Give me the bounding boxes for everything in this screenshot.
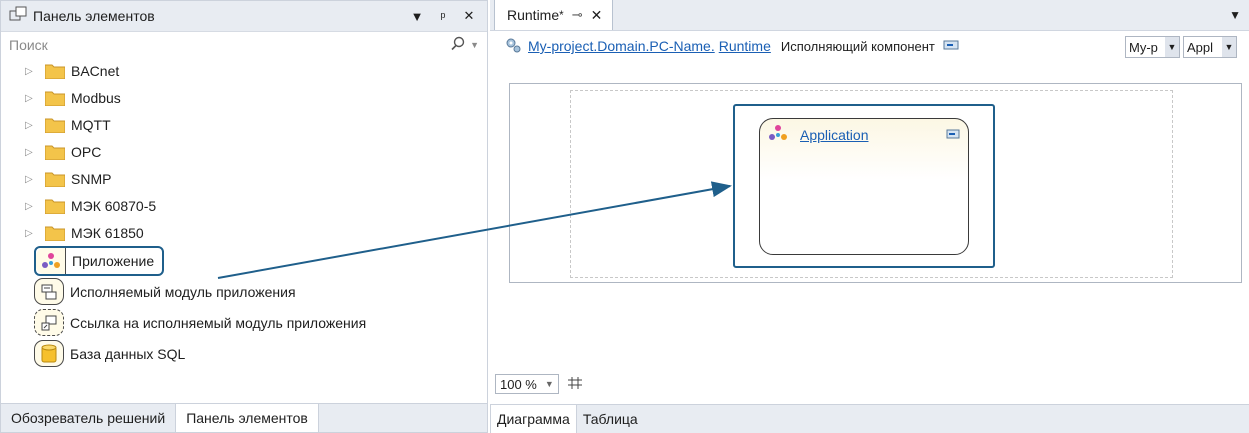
folder-icon <box>44 199 66 214</box>
toolbox-panel: Панель элементов ▼ ᵖ ✕ Поиск ▼ ▷ BACnet … <box>0 0 488 433</box>
folder-label: MQTT <box>71 117 111 133</box>
executing-component-label: Исполняющий компонент <box>780 38 935 54</box>
item-label: База данных SQL <box>70 345 186 362</box>
tree-folder-bacnet[interactable]: ▷ BACnet <box>1 58 119 84</box>
zoom-control[interactable]: 100 % ▼ <box>495 374 583 394</box>
folder-label: OPC <box>71 144 102 160</box>
close-icon[interactable]: ✕ <box>591 7 603 24</box>
toolbox-item-application[interactable]: Приложение <box>34 246 165 276</box>
toolbox-title-bar: Панель элементов ▼ ᵖ ✕ <box>1 1 487 32</box>
folder-icon <box>44 226 66 241</box>
modified-mark: * <box>559 8 564 22</box>
folder-label: SNMP <box>71 171 112 187</box>
component-icon[interactable] <box>946 127 960 143</box>
application-icon <box>768 124 788 145</box>
expand-arrow-icon[interactable]: ▷ <box>25 201 37 212</box>
search-input[interactable]: Поиск <box>9 37 450 53</box>
application-link[interactable]: Application <box>800 127 946 143</box>
toolbox-title: Панель элементов <box>33 8 155 24</box>
tree-folder-mqtt[interactable]: ▷ MQTT <box>1 112 111 138</box>
folder-label: Modbus <box>71 90 121 106</box>
pin-icon[interactable]: ⊸ <box>572 7 583 23</box>
folder-label: МЭК 60870-5 <box>71 198 157 214</box>
tree-folder-iec-61850[interactable]: ▷ МЭК 61850 <box>1 220 144 246</box>
breadcrumb-link-runtime[interactable]: Runtime <box>719 38 771 54</box>
toolbox-item-executable-module[interactable]: Исполняемый модуль приложения <box>34 278 302 305</box>
item-label: Приложение <box>72 253 155 269</box>
folder-icon <box>44 118 66 133</box>
toolbox-icon <box>9 6 27 27</box>
chevron-down-icon[interactable]: ▼ <box>1165 37 1179 57</box>
expand-arrow-icon[interactable]: ▷ <box>25 174 37 185</box>
breadcrumb-link-project[interactable]: My-project.Domain.PC-Name. <box>528 38 715 54</box>
tab-list-menu-icon[interactable]: ▼ <box>1229 8 1241 22</box>
panel-menu-icon[interactable]: ▼ <box>407 6 427 26</box>
toolbox-bottom-tabs: Обозреватель решений Панель элементов <box>1 403 487 432</box>
chevron-down-icon[interactable]: ▼ <box>1222 37 1236 57</box>
application-select-value: Appl <box>1187 39 1214 55</box>
folder-icon <box>44 172 66 187</box>
item-label: Ссылка на исполняемый модуль приложения <box>70 314 367 331</box>
view-tabs: Диаграмма Таблица <box>490 404 1249 433</box>
grid-icon[interactable] <box>567 376 583 393</box>
search-icon[interactable] <box>450 36 466 55</box>
expand-arrow-icon[interactable]: ▷ <box>25 120 37 131</box>
toolbox-item-module-link[interactable]: Ссылка на исполняемый модуль приложения <box>34 309 372 336</box>
tree-folder-modbus[interactable]: ▷ Modbus <box>1 85 121 111</box>
tree-folder-iec-60870[interactable]: ▷ МЭК 60870-5 <box>1 193 156 219</box>
expand-arrow-icon[interactable]: ▷ <box>25 228 37 239</box>
pin-icon[interactable]: ᵖ <box>433 6 453 26</box>
search-dropdown-icon[interactable]: ▼ <box>470 40 479 50</box>
close-icon[interactable]: ✕ <box>459 6 479 26</box>
folder-icon <box>44 64 66 79</box>
document-toolbar: My-project.Domain.PC-Name. Runtime Испол… <box>490 31 1249 61</box>
toolbox-item-sql-database[interactable]: База данных SQL <box>34 340 191 367</box>
tab-title: Runtime <box>507 7 560 23</box>
zoom-value: 100 % <box>500 376 537 392</box>
expand-arrow-icon[interactable]: ▷ <box>25 147 37 158</box>
module-link-icon <box>34 309 64 336</box>
executable-module-icon <box>34 278 64 305</box>
tab-runtime[interactable]: Runtime * ⊸ ✕ <box>494 0 614 30</box>
tree-folder-snmp[interactable]: ▷ SNMP <box>1 166 111 192</box>
document-tab-strip: Runtime * ⊸ ✕ ▼ <box>490 0 1249 31</box>
expand-arrow-icon[interactable]: ▷ <box>25 66 37 77</box>
database-icon <box>34 340 64 367</box>
search-box[interactable]: Поиск ▼ <box>1 32 487 58</box>
project-select[interactable]: My-p ▼ <box>1125 36 1180 58</box>
folder-icon <box>44 91 66 106</box>
folder-label: BACnet <box>71 63 120 79</box>
folder-icon <box>44 145 66 160</box>
project-select-value: My-p <box>1129 39 1158 55</box>
tab-solution-explorer[interactable]: Обозреватель решений <box>1 404 175 432</box>
expand-arrow-icon[interactable]: ▷ <box>25 93 37 104</box>
folder-label: МЭК 61850 <box>71 225 144 241</box>
component-icon[interactable] <box>943 38 959 54</box>
document-panel: Runtime * ⊸ ✕ ▼ My-project.Domain.PC-Name… <box>490 0 1249 433</box>
chevron-down-icon[interactable]: ▼ <box>545 379 554 389</box>
item-label: Исполняемый модуль приложения <box>70 283 296 300</box>
application-node[interactable]: Application <box>759 118 969 255</box>
application-icon <box>36 248 66 274</box>
tab-table[interactable]: Таблица <box>577 405 644 433</box>
tab-diagram[interactable]: Диаграмма <box>490 405 577 433</box>
application-select[interactable]: Appl ▼ <box>1183 36 1237 58</box>
settings-icon <box>504 36 522 57</box>
tree-folder-opc[interactable]: ▷ OPC <box>1 139 101 165</box>
tab-toolbox[interactable]: Панель элементов <box>175 404 319 432</box>
zoom-select[interactable]: 100 % ▼ <box>495 374 559 394</box>
